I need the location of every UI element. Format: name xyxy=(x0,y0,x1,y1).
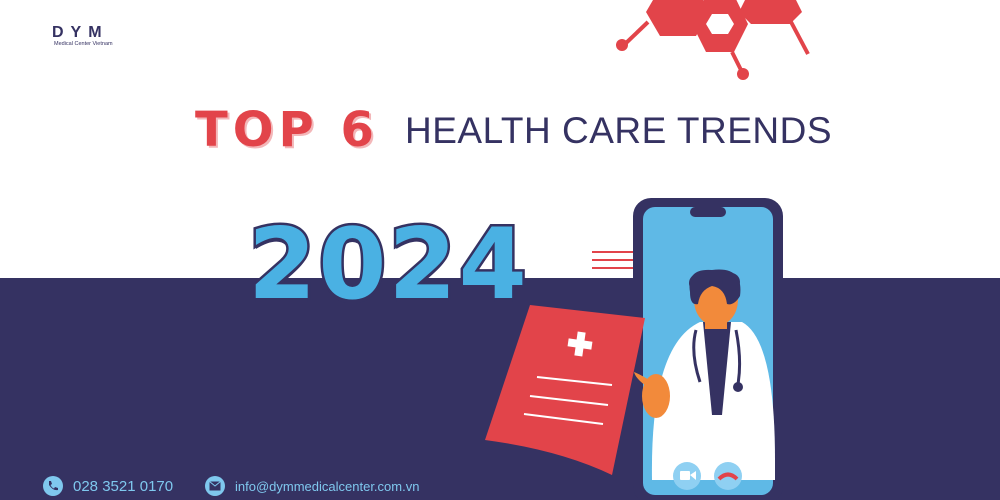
phone-number[interactable]: 028 3521 0170 xyxy=(73,478,173,495)
contact-phone: 028 3521 0170 xyxy=(43,476,173,496)
telehealth-illustration xyxy=(485,198,783,500)
mail-icon xyxy=(205,476,225,496)
contact-email: info@dymmedicalcenter.com.vn xyxy=(205,476,419,496)
phone-icon xyxy=(43,476,63,496)
email-address[interactable]: info@dymmedicalcenter.com.vn xyxy=(235,479,419,494)
prescription-document xyxy=(485,305,645,475)
